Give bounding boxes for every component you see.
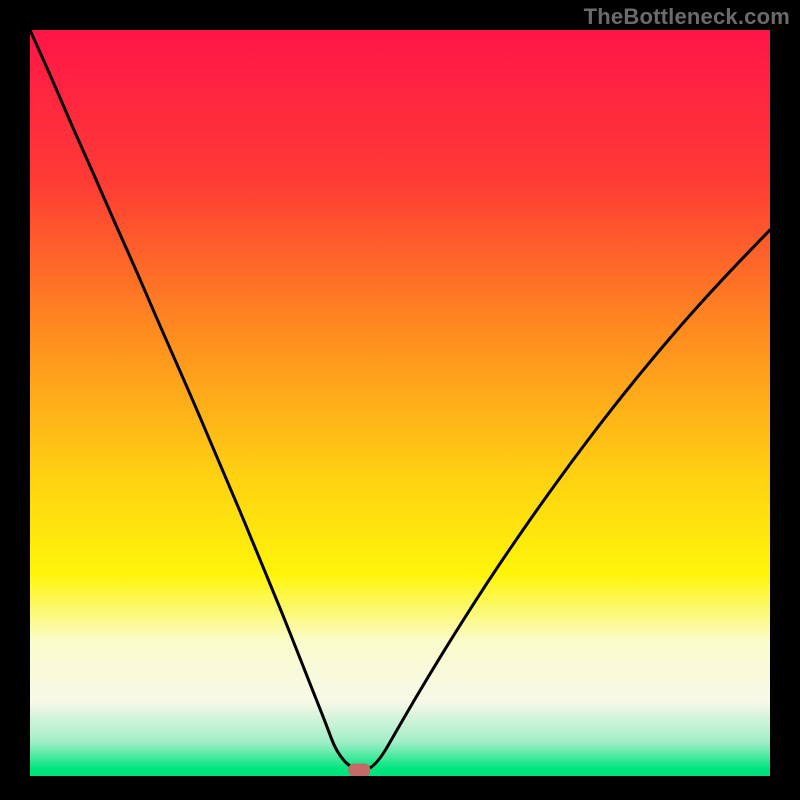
optimal-marker [348, 764, 370, 777]
bottleneck-plot [0, 0, 800, 800]
gradient-background [30, 30, 770, 776]
chart-stage: TheBottleneck.com [0, 0, 800, 800]
watermark-text: TheBottleneck.com [584, 4, 790, 30]
